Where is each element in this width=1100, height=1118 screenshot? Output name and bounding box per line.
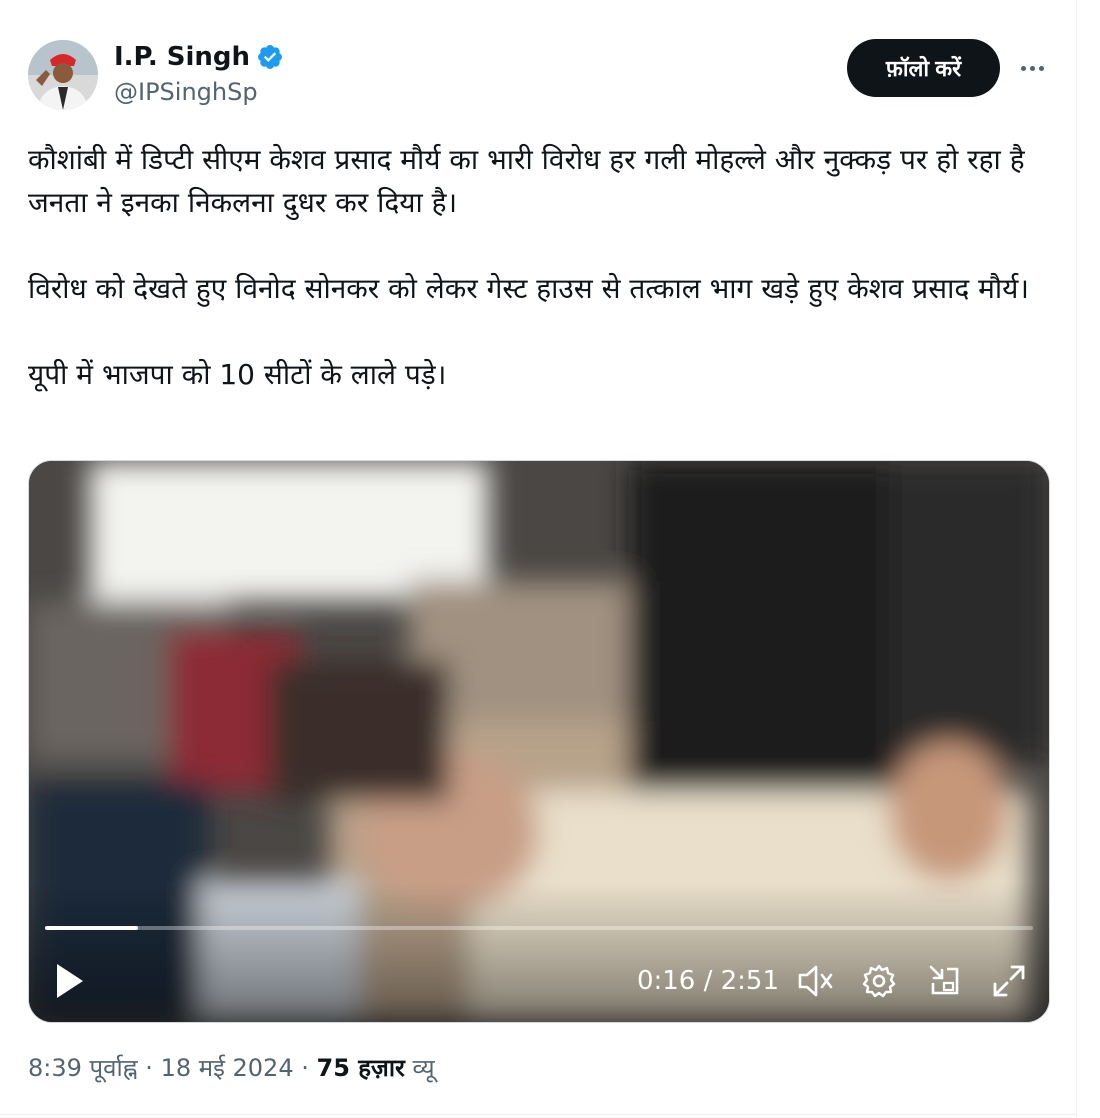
progress-bar-fill	[45, 926, 138, 930]
mute-icon[interactable]	[797, 963, 835, 999]
author-handle[interactable]: @IPSinghSp	[114, 76, 258, 108]
tweet-text: कौशांबी में डिप्टी सीएम केशव प्रसाद मौर्…	[28, 138, 1058, 396]
tweet-time-link[interactable]: 8:39 पूर्वाह्न · 18 मई 2024	[28, 1054, 294, 1082]
video-player[interactable]: 0:16 / 2:51	[28, 460, 1050, 1023]
views-label: व्यू	[412, 1054, 435, 1082]
views-count: 75 हज़ार	[316, 1054, 405, 1082]
meta-separator: ·	[301, 1054, 309, 1082]
avatar[interactable]	[28, 40, 98, 110]
progress-bar[interactable]	[45, 926, 1033, 930]
picture-in-picture-icon[interactable]	[927, 963, 963, 999]
controls-overlay	[29, 882, 1049, 1022]
tweet-date: 18 मई 2024	[160, 1054, 294, 1082]
video-time-readout: 0:16 / 2:51	[636, 966, 779, 996]
tweet-time: 8:39 पूर्वाह्न	[28, 1054, 138, 1082]
tweet-metadata: 8:39 पूर्वाह्न · 18 मई 2024 · 75 हज़ार व…	[28, 1050, 435, 1086]
fullscreen-icon[interactable]	[991, 963, 1027, 999]
tweet-paragraph: यूपी में भाजपा को 10 सीटों के लाले पड़े।	[28, 358, 447, 391]
verified-badge-icon[interactable]	[256, 43, 284, 71]
more-options-icon[interactable]	[1014, 52, 1050, 84]
tweet-paragraph: विरोध को देखते हुए विनोद सोनकर को लेकर ग…	[28, 272, 1029, 305]
meta-separator: ·	[145, 1054, 153, 1082]
follow-button[interactable]: फ़ॉलो करें	[847, 39, 1000, 97]
settings-icon[interactable]	[861, 963, 897, 999]
avatar-image	[28, 40, 98, 110]
column-right-border	[1076, 0, 1077, 1118]
tweet-bottom-border	[0, 1114, 1076, 1115]
play-icon[interactable]	[53, 961, 87, 1001]
tweet-paragraph: कौशांबी में डिप्टी सीएम केशव प्रसाद मौर्…	[28, 143, 1025, 219]
author-name-row: I.P. Singh	[114, 40, 284, 74]
author-display-name[interactable]: I.P. Singh	[114, 40, 250, 74]
